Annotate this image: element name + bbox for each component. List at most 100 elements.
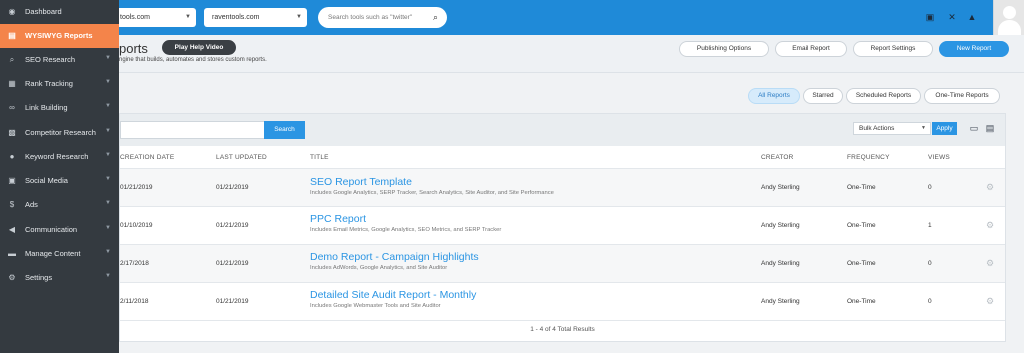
avatar[interactable] [993,0,1024,35]
sidebar-item-label: Settings [25,273,53,282]
keyword-icon: ● [9,152,15,161]
chevron-down-icon: ▼ [105,128,111,134]
table-row[interactable]: 2/11/2018 01/21/2019 Detailed Site Audit… [120,283,1005,320]
chevron-down-icon: ▼ [105,200,111,206]
chevron-down-icon: ▼ [105,79,111,85]
notifications-muted-icon[interactable]: ✕ [946,11,958,23]
report-search-input[interactable] [120,121,264,139]
gear-icon[interactable]: ⚙ [986,296,994,307]
search-icon[interactable]: ⌕ [433,7,438,28]
sidebar-item-label: Rank Tracking [25,79,73,88]
report-title-link[interactable]: Demo Report - Campaign Highlights [310,251,479,263]
sidebar-item-label: Ads [25,200,38,209]
social-icon: ▣ [8,176,16,185]
tab-starred[interactable]: Starred [803,88,843,104]
cell-updated: 01/21/2019 [216,222,249,229]
report-title-link[interactable]: Detailed Site Audit Report - Monthly [310,289,476,301]
report-description: Includes Google Webmaster Tools and Site… [310,303,441,309]
site-select[interactable]: raventools.com ▼ [204,8,307,27]
cell-creator: Andy Sterling [761,298,800,305]
site-select-left-value: tools.com [120,14,150,21]
page-header: ports ngine that builds, automates and s… [0,35,1024,73]
report-title-link[interactable]: SEO Report Template [310,176,412,188]
new-report-button[interactable]: New Report [939,41,1009,57]
col-frequency[interactable]: FREQUENCY [847,154,890,161]
sidebar-item-settings[interactable]: ⚙ Settings ▼ [0,266,119,290]
col-title[interactable]: TITLE [310,154,329,161]
cell-updated: 01/21/2019 [216,184,249,191]
tab-one-time-reports[interactable]: One-Time Reports [924,88,1000,104]
report-settings-button[interactable]: Report Settings [853,41,933,57]
chevron-down-icon: ▼ [185,14,191,20]
rank-icon: ▦ [8,79,16,88]
sidebar-item-label: Dashboard [25,7,62,16]
contact-card-icon[interactable]: ▣ [924,11,936,23]
publishing-options-button[interactable]: Publishing Options [679,41,769,57]
gear-icon[interactable]: ⚙ [986,258,994,269]
cell-created: 01/10/2019 [120,222,153,229]
search-icon: ⌕ [9,55,15,64]
sidebar-item-label: Competitor Research [25,128,96,137]
results-count: 1 - 4 of 4 Total Results [530,326,595,333]
col-creator[interactable]: CREATOR [761,154,794,161]
competitor-icon: ▩ [8,128,16,137]
tab-scheduled-reports[interactable]: Scheduled Reports [846,88,921,104]
report-description: Includes AdWords, Google Analytics, and … [310,265,448,271]
email-report-button[interactable]: Email Report [775,41,847,57]
sidebar-item-ads[interactable]: $ Ads ▼ [0,193,119,217]
table-row[interactable]: 01/21/2019 01/21/2019 SEO Report Templat… [120,169,1005,206]
cell-views: 0 [928,298,932,305]
bell-icon[interactable]: ▲ [966,11,978,23]
report-title-link[interactable]: PPC Report [310,213,366,225]
chevron-down-icon: ▼ [105,249,111,255]
report-description: Includes Email Metrics, Google Analytics… [310,227,502,233]
columns-settings-icon[interactable]: ▤ [984,122,996,134]
cell-views: 1 [928,222,932,229]
sidebar-item-dashboard[interactable]: ◉ Dashboard [0,0,119,24]
site-select-left[interactable]: tools.com ▼ [112,8,196,27]
monitor-icon[interactable]: ▭ [968,122,980,134]
sidebar-item-seo-research[interactable]: ⌕ SEO Research ▼ [0,48,119,72]
sidebar-item-social-media[interactable]: ▣ Social Media ▼ [0,169,119,193]
sidebar-item-label: Social Media [25,176,68,185]
cell-created: 2/11/2018 [120,298,149,305]
sidebar-item-keyword-research[interactable]: ● Keyword Research ▼ [0,145,119,169]
tool-search-input[interactable]: Search tools such as "twitter" ⌕ [318,7,447,28]
reports-icon: ▤ [8,31,16,40]
col-last-updated[interactable]: LAST UPDATED [216,154,267,161]
sidebar-item-manage-content[interactable]: ▬ Manage Content ▼ [0,242,119,266]
sidebar-item-label: Keyword Research [25,152,89,161]
sidebar-item-rank-tracking[interactable]: ▦ Rank Tracking ▼ [0,72,119,96]
table-row[interactable]: 2/17/2018 01/21/2019 Demo Report - Campa… [120,245,1005,282]
tab-all-reports[interactable]: All Reports [748,88,800,104]
report-description: Includes Google Analytics, SERP Tracker,… [310,190,554,196]
search-button[interactable]: Search [264,121,305,139]
gear-icon: ⚙ [8,273,16,282]
sidebar-item-competitor-research[interactable]: ▩ Competitor Research ▼ [0,121,119,145]
col-creation-date[interactable]: CREATION DATE [120,154,174,161]
cell-frequency: One-Time [847,260,876,267]
cell-updated: 01/21/2019 [216,298,249,305]
table-row[interactable]: 01/10/2019 01/21/2019 PPC Report Include… [120,207,1005,244]
sidebar-item-wysiwyg-reports[interactable]: ▤ WYSIWYG Reports [0,24,119,48]
chevron-down-icon: ▼ [105,152,111,158]
cell-created: 01/21/2019 [120,184,153,191]
gear-icon[interactable]: ⚙ [986,220,994,231]
avatar-head [1003,6,1016,19]
cell-creator: Andy Sterling [761,260,800,267]
chevron-down-icon: ▼ [296,14,302,20]
cell-frequency: One-Time [847,298,876,305]
gear-icon[interactable]: ⚙ [986,182,994,193]
col-views[interactable]: VIEWS [928,154,950,161]
link-icon: ∞ [9,103,15,112]
bulk-actions-select[interactable]: Bulk Actions ▼ [853,122,931,135]
table-toolbar: Search Bulk Actions ▼ Apply ▭ ▤ [120,114,1005,146]
bulk-actions-value: Bulk Actions [859,125,895,132]
sidebar-item-communication[interactable]: ◀ Communication ▼ [0,218,119,242]
chevron-down-icon: ▼ [105,176,111,182]
play-help-video-button[interactable]: Play Help Video [162,40,236,55]
apply-button[interactable]: Apply [932,122,957,135]
site-select-value: raventools.com [212,14,260,21]
megaphone-icon: ◀ [8,225,16,234]
sidebar-item-link-building[interactable]: ∞ Link Building ▼ [0,96,119,120]
